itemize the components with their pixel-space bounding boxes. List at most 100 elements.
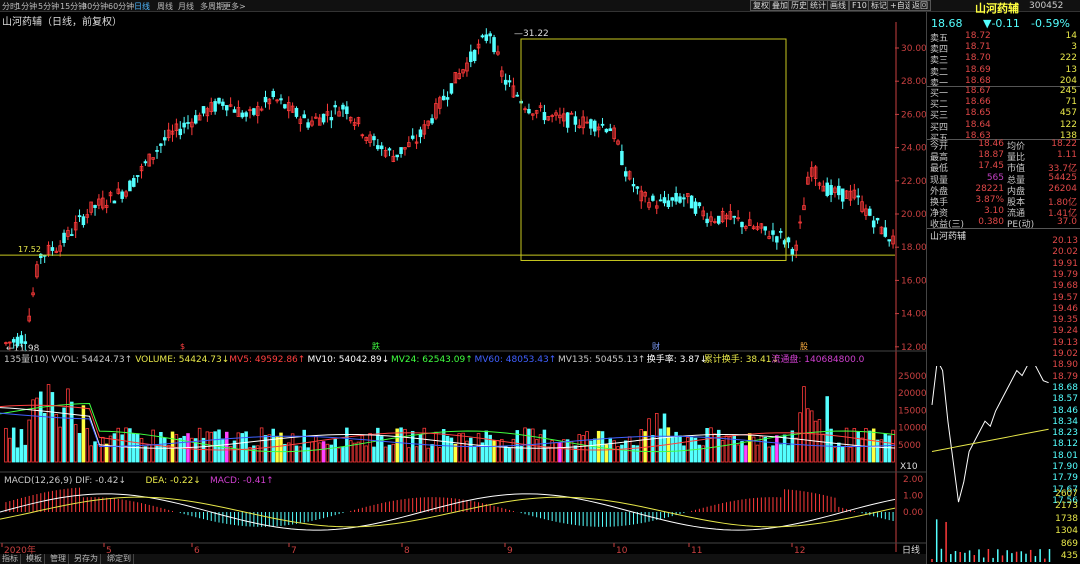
period-tab-6[interactable]: 日线 [134,1,150,12]
candle-body [178,128,183,136]
volume-bar [430,444,434,463]
toolbar-button-8[interactable]: 返回 [909,0,931,11]
volume-unit: X10 [900,462,918,472]
candle-body [651,195,655,201]
volume-bar [542,429,547,463]
volume-bar [802,386,806,463]
candle-body [593,120,597,132]
volume-bar [62,407,66,463]
candle-body [573,116,578,125]
candle-body [825,182,829,196]
volume-bar [887,435,891,463]
candle-body [271,90,275,98]
volume-bar [333,438,337,463]
volume-bar [31,399,35,463]
volume-bar [139,438,144,463]
volume-bar [639,429,644,463]
period-tab-2[interactable]: 5分钟 [38,1,59,12]
macd-header-item: MACD(12,26,9) DIF: -0.42↓ [4,476,126,486]
bottom-tab-0[interactable]: 指标 [0,554,21,564]
period-tab-9[interactable]: 多周期 [200,1,224,12]
candle-body [217,97,221,104]
candle-body [763,226,767,231]
volume-header-item: MV24: 62543.09↑ [391,355,473,365]
volume-bar [348,440,353,463]
candle-body [333,105,337,108]
volume-bar [194,438,198,463]
macd-tick: 1.00 [903,492,923,502]
volume-bar [472,446,477,463]
volume-bar [310,441,314,463]
candle-body [503,79,508,85]
volume-bar [407,447,411,463]
intraday-price-tick: 19.46 [1052,303,1078,314]
intraday-price-tick: 20.13 [1052,236,1078,246]
volume-tick: 15000 [898,406,926,416]
price-tick: 26.00 [901,110,926,120]
period-tab-5[interactable]: 60分钟 [108,1,134,12]
volume-bar [457,433,461,463]
price-change-pct: -0.59% [1031,17,1070,30]
volume-bar [50,392,55,463]
volume-bar [736,444,740,463]
bottom-tab-2[interactable]: 管理 [48,554,69,564]
period-tab-10[interactable]: 更多> [223,1,246,12]
volume-bar [213,431,217,463]
volume-bar [410,430,415,463]
candle-body [294,107,299,117]
candle-body [93,205,97,208]
toolbar-button-5[interactable]: F10 [849,0,870,11]
period-tab-8[interactable]: 月线 [178,1,194,12]
volume-bar [93,441,97,463]
candle-body [608,128,613,132]
candle-body [492,37,496,53]
volume-bar [558,442,562,463]
candle-body [232,109,237,113]
event-marker: 跌 [372,341,380,351]
candle-body [410,135,415,139]
candle-body [163,137,167,141]
volume-bar [290,433,295,463]
volume-bar [763,436,767,463]
volume-bar [101,436,105,463]
stat-value: 3.10 [983,206,1004,217]
volume-bar [496,440,500,463]
toolbar-button-4[interactable]: 画线 [827,0,849,11]
volume-bar [46,384,51,463]
candle-body [283,104,287,109]
volume-bar [128,428,132,463]
intraday-chart[interactable] [927,366,1080,564]
event-marker: $ [180,342,185,351]
bottom-tab-1[interactable]: 模板 [24,554,45,564]
volume-bar [848,446,853,463]
volume-bar [414,446,419,463]
candle-body [213,101,217,112]
bid-volume: 122 [1059,119,1077,130]
toolbar-button-3[interactable]: 统计 [807,0,829,11]
candle-body [620,151,624,166]
kline-chart-area[interactable]: 30.00 28.00 26.00 24.00 22.00 20.00 18.00 16.00… [0,12,926,564]
ask-price: 18.68 [965,75,991,86]
bottom-tab-3[interactable]: 另存为 [72,554,101,564]
volume-bar [612,440,616,463]
period-tab-7[interactable]: 周线 [157,1,173,12]
volume-bar [42,412,47,463]
macd-header: MACD(12,26,9) DIF: -0.42↓ DEA: -0.22↓ MACD… [4,476,274,486]
volume-bar [317,442,322,463]
period-tab-4[interactable]: 30分钟 [82,1,108,12]
volume-bar [469,437,473,463]
volume-bar [11,427,16,463]
candle-body [159,143,163,146]
candle-body [441,95,446,101]
candle-body [341,104,345,110]
volume-bar [81,405,86,463]
volume-bar [267,434,272,463]
volume-bar [565,439,570,463]
bottom-tab-4[interactable]: 绑定到 [105,554,134,564]
volume-bar [879,439,884,463]
volume-bar [809,410,814,463]
candle-body [155,150,159,152]
candle-body [515,94,520,97]
period-tab-1[interactable]: 1分钟 [16,1,37,12]
volume-bar [546,446,551,463]
